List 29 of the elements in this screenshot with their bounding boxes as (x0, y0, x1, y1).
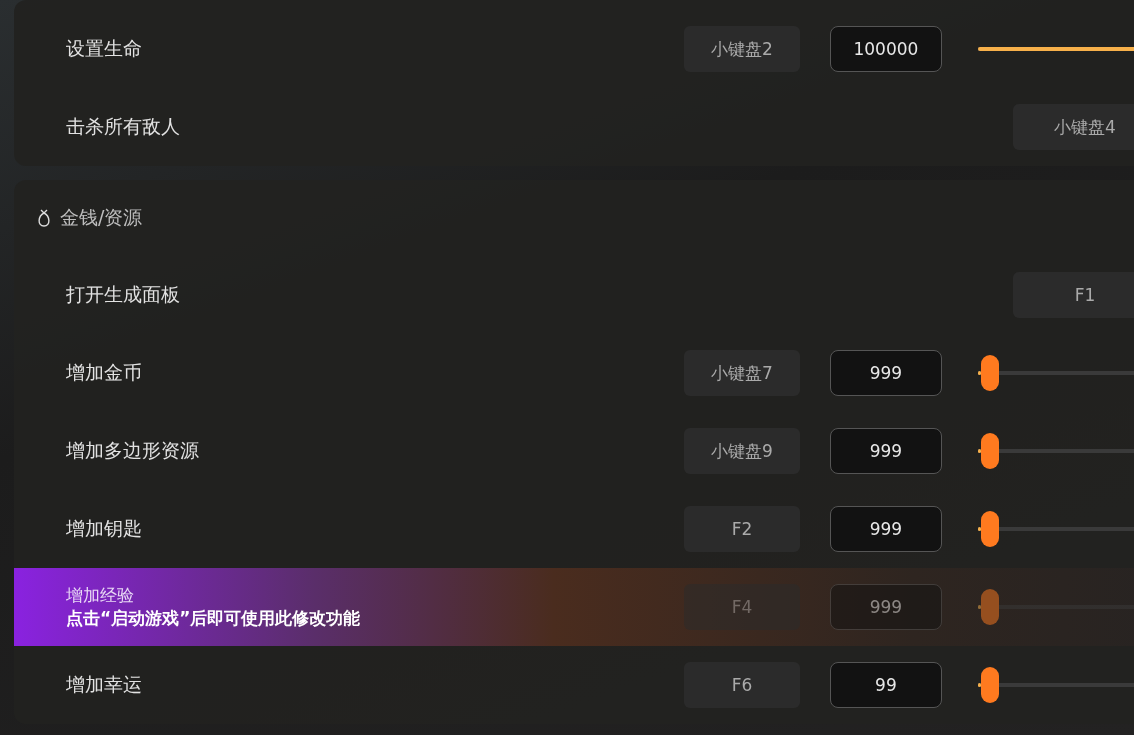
slider-handle[interactable] (980, 667, 999, 703)
hotkey-button[interactable]: 小键盘4 (1013, 104, 1134, 150)
option-label: 增加经验 (66, 584, 135, 607)
value-input[interactable]: 999 (829, 350, 942, 396)
hotkey-button[interactable]: F2 (684, 506, 800, 552)
hotkey-button[interactable]: 小键盘9 (684, 428, 800, 474)
value-input[interactable]: 999 (829, 584, 942, 630)
option-label: 增加金币 (66, 360, 143, 385)
option-label: 增加钥匙 (66, 516, 143, 541)
slider-handle[interactable] (980, 355, 999, 391)
slider-handle[interactable] (980, 433, 999, 469)
value-input[interactable]: 100000 (829, 26, 942, 72)
notice-text: 点击“启动游戏”后即可使用此修改功能 (66, 607, 361, 630)
value-input[interactable]: 99 (829, 662, 942, 708)
value-input[interactable]: 999 (829, 428, 942, 474)
hotkey-button[interactable]: F6 (684, 662, 800, 708)
hotkey-button[interactable]: 小键盘7 (684, 350, 800, 396)
value-input[interactable]: 999 (829, 506, 942, 552)
option-label: 增加多边形资源 (66, 438, 200, 463)
hotkey-button[interactable]: F1 (1013, 272, 1134, 318)
money-bag-icon (36, 208, 52, 228)
option-label: 设置生命 (66, 36, 143, 61)
option-label: 击杀所有敌人 (66, 114, 181, 139)
section-title: 金钱/资源 (60, 205, 143, 230)
slider-handle[interactable] (980, 589, 999, 625)
option-label: 增加幸运 (66, 672, 143, 697)
hotkey-button[interactable]: 小键盘2 (684, 26, 800, 72)
slider-handle[interactable] (980, 511, 999, 547)
option-label: 打开生成面板 (66, 282, 181, 307)
